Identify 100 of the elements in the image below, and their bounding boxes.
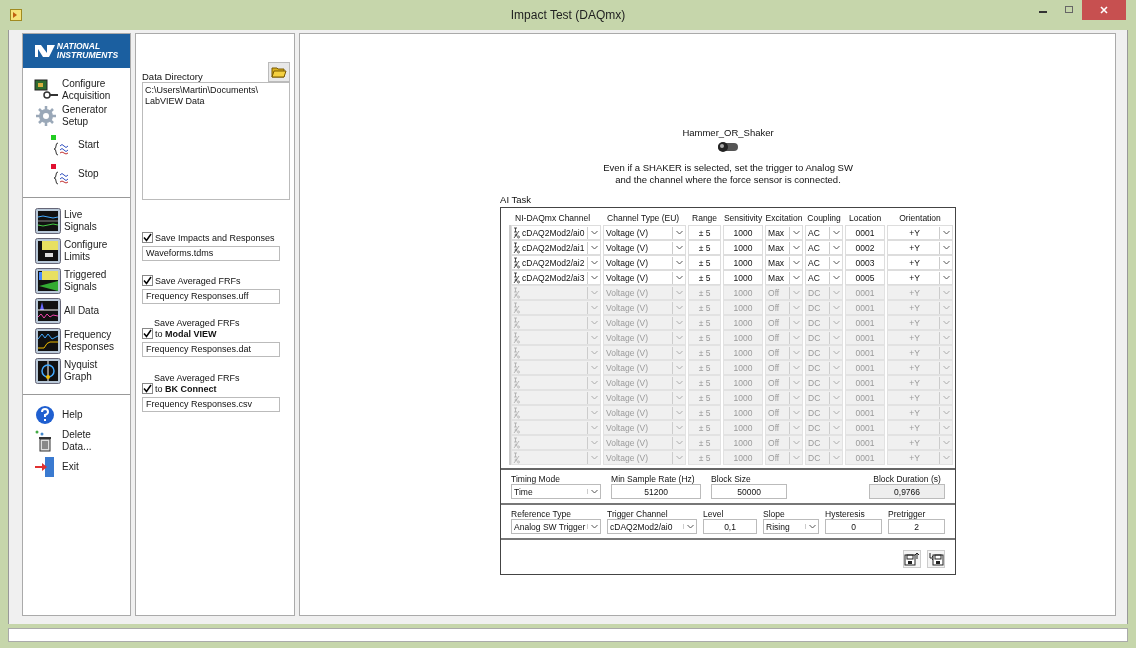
table-cell[interactable]: 0001 (845, 405, 886, 420)
dropdown-button[interactable] (939, 346, 953, 359)
number-field[interactable]: 0,1 (703, 519, 758, 534)
dropdown-button[interactable] (789, 301, 803, 314)
table-cell[interactable]: 1000 (723, 270, 764, 285)
dropdown-field[interactable] (511, 315, 602, 330)
dropdown-field[interactable]: Rising (763, 519, 820, 534)
dropdown-button[interactable] (829, 256, 843, 269)
dropdown-field[interactable]: cDAQ2Mod2/ai1 (511, 240, 602, 255)
dropdown-field[interactable]: Voltage (V) (603, 345, 687, 360)
table-cell[interactable]: ± 5 (688, 420, 722, 435)
table-cell[interactable]: 0003 (845, 255, 886, 270)
dropdown-field[interactable]: +Y (887, 330, 954, 345)
dropdown-field[interactable]: DC (805, 330, 844, 345)
dropdown-button[interactable] (939, 406, 953, 419)
save-config-button[interactable] (903, 550, 922, 568)
table-cell[interactable]: ± 5 (688, 240, 722, 255)
dropdown-field[interactable]: +Y (887, 225, 954, 240)
dropdown-field[interactable]: +Y (887, 270, 954, 285)
dropdown-button[interactable] (789, 346, 803, 359)
table-cell[interactable]: 0001 (845, 420, 886, 435)
table-cell[interactable]: 1000 (723, 300, 764, 315)
dropdown-field[interactable]: +Y (887, 255, 954, 270)
table-cell[interactable]: 1000 (723, 225, 764, 240)
dropdown-field[interactable] (511, 390, 602, 405)
dropdown-field[interactable]: Voltage (V) (603, 405, 687, 420)
nav-button[interactable]: Start (23, 133, 130, 157)
dropdown-field[interactable]: AC (805, 225, 844, 240)
dropdown-field[interactable]: DC (805, 315, 844, 330)
table-cell[interactable]: 0001 (845, 285, 886, 300)
dropdown-field[interactable]: Off (765, 405, 804, 420)
dropdown-button[interactable] (829, 406, 843, 419)
dropdown-button[interactable] (939, 316, 953, 329)
dropdown-button[interactable] (829, 241, 843, 254)
dropdown-button[interactable] (672, 406, 686, 419)
dropdown-field[interactable]: Voltage (V) (603, 315, 687, 330)
dropdown-field[interactable]: DC (805, 405, 844, 420)
dropdown-button[interactable] (829, 421, 843, 434)
dropdown-field[interactable]: cDAQ2Mod2/ai2 (511, 255, 602, 270)
dropdown-button[interactable] (587, 331, 601, 344)
dropdown-field[interactable]: Off (765, 450, 804, 465)
dropdown-button[interactable] (939, 376, 953, 389)
dropdown-field[interactable]: Off (765, 360, 804, 375)
dropdown-button[interactable] (587, 346, 601, 359)
file-name-field[interactable]: Frequency Responses.dat (142, 342, 280, 357)
dropdown-field[interactable]: Voltage (V) (603, 450, 687, 465)
dropdown-button[interactable] (587, 361, 601, 374)
dropdown-button[interactable] (829, 301, 843, 314)
dropdown-field[interactable]: DC (805, 360, 844, 375)
dropdown-field[interactable] (511, 330, 602, 345)
table-cell[interactable]: 1000 (723, 330, 764, 345)
dropdown-button[interactable] (587, 316, 601, 329)
dropdown-button[interactable] (587, 391, 601, 404)
dropdown-field[interactable]: Max (765, 270, 804, 285)
dropdown-button[interactable] (829, 451, 843, 464)
dropdown-field[interactable] (511, 435, 602, 450)
table-cell[interactable]: ± 5 (688, 315, 722, 330)
nav-button[interactable]: Stop (23, 162, 130, 186)
dropdown-button[interactable] (587, 256, 601, 269)
number-field[interactable]: 51200 (611, 484, 702, 499)
dropdown-field[interactable]: +Y (887, 300, 954, 315)
dropdown-field[interactable]: Voltage (V) (603, 360, 687, 375)
dropdown-button[interactable] (587, 421, 601, 434)
table-cell[interactable]: ± 5 (688, 375, 722, 390)
dropdown-field[interactable]: Voltage (V) (603, 285, 687, 300)
dropdown-field[interactable]: +Y (887, 345, 954, 360)
dropdown-button[interactable] (587, 226, 601, 239)
dropdown-button[interactable] (789, 361, 803, 374)
nav-button[interactable]: Generator Setup (23, 104, 130, 128)
dropdown-button[interactable] (672, 256, 686, 269)
dropdown-field[interactable]: Time (511, 484, 602, 499)
dropdown-field[interactable]: +Y (887, 420, 954, 435)
table-cell[interactable]: ± 5 (688, 345, 722, 360)
nav-button[interactable]: Live Signals (23, 208, 130, 234)
table-cell[interactable]: 0002 (845, 240, 886, 255)
dropdown-button[interactable] (672, 361, 686, 374)
table-cell[interactable]: ± 5 (688, 255, 722, 270)
dropdown-button[interactable] (939, 391, 953, 404)
dropdown-button[interactable] (789, 421, 803, 434)
table-cell[interactable]: 1000 (723, 390, 764, 405)
dropdown-field[interactable]: Voltage (V) (603, 435, 687, 450)
dropdown-field[interactable]: +Y (887, 285, 954, 300)
dropdown-field[interactable]: Off (765, 300, 804, 315)
dropdown-field[interactable]: +Y (887, 375, 954, 390)
file-name-field[interactable]: Waveforms.tdms (142, 246, 280, 261)
dropdown-field[interactable]: Off (765, 285, 804, 300)
dropdown-field[interactable]: DC (805, 285, 844, 300)
table-cell[interactable]: ± 5 (688, 405, 722, 420)
nav-button[interactable]: Configure Acquisition (23, 78, 130, 102)
dropdown-button[interactable] (587, 286, 601, 299)
dropdown-button[interactable] (829, 376, 843, 389)
dropdown-field[interactable]: Voltage (V) (603, 300, 687, 315)
dropdown-field[interactable]: +Y (887, 450, 954, 465)
dropdown-button[interactable] (789, 271, 803, 284)
checkbox[interactable] (142, 328, 153, 339)
dropdown-button[interactable] (587, 376, 601, 389)
table-cell[interactable]: ± 5 (688, 285, 722, 300)
table-cell[interactable]: 1000 (723, 405, 764, 420)
dropdown-field[interactable]: Voltage (V) (603, 330, 687, 345)
nav-button[interactable]: Delete Data... (23, 429, 130, 453)
